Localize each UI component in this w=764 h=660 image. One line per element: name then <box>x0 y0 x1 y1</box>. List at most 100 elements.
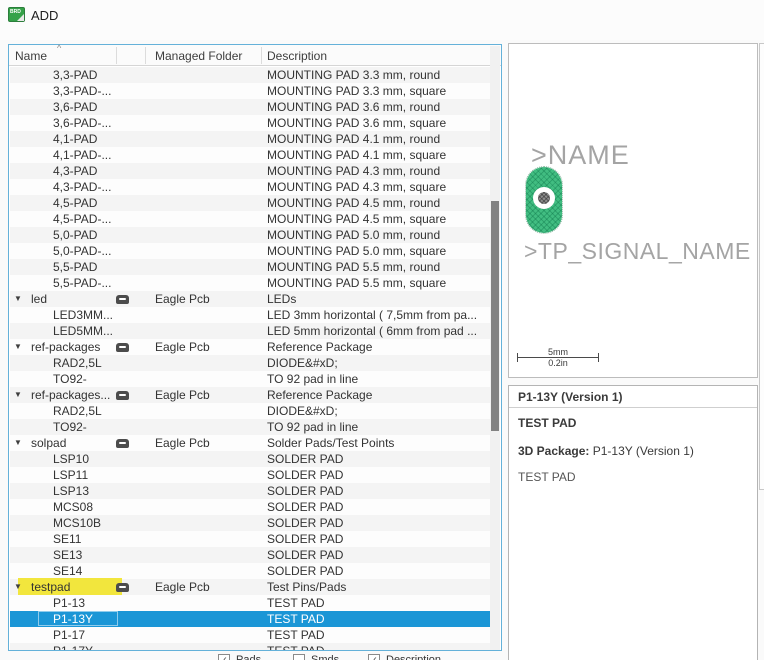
row-description: MOUNTING PAD 5.5 mm, round <box>267 259 489 275</box>
expand-arrow-icon[interactable]: ▼ <box>14 579 22 595</box>
table-row-SE14[interactable]: SE14SOLDER PAD <box>10 563 491 579</box>
row-description: TO 92 pad in line <box>267 419 489 435</box>
row-description: SOLDER PAD <box>267 515 489 531</box>
row-name: ref-packages... <box>31 387 110 403</box>
signal-name-label: >TP_SIGNAL_NAME <box>524 238 751 265</box>
expand-arrow-icon[interactable]: ▼ <box>14 339 22 355</box>
titlebar: BRD ADD <box>0 0 764 40</box>
table-row-P1-17Y[interactable]: P1-17YTEST PAD <box>10 643 491 650</box>
checkbox-box[interactable]: ✓ <box>218 654 230 660</box>
column-header-description[interactable]: Description <box>267 49 327 63</box>
table-row-4,5-PAD[interactable]: 4,5-PADMOUNTING PAD 4.5 mm, round <box>10 195 491 211</box>
table-row-P1-13[interactable]: P1-13 TEST PAD <box>10 595 491 611</box>
table-row-3,3-PAD[interactable]: 3,3-PADMOUNTING PAD 3.3 mm, round <box>10 67 491 83</box>
row-name: ref-packages <box>31 339 100 355</box>
table-row-P1-13Y[interactable]: P1-13YTEST PAD <box>10 611 491 627</box>
row-managed-folder: Eagle Pcb <box>155 387 210 403</box>
managed-library-icon <box>116 583 129 592</box>
row-name: 5,0-PAD-... <box>53 243 111 259</box>
column-divider[interactable] <box>116 47 117 64</box>
table-row-P1-17[interactable]: P1-17TEST PAD <box>10 627 491 643</box>
parts-table: ^ NameManaged FolderDescription 3,3-PADM… <box>8 44 502 651</box>
table-row-led[interactable]: ▼ledEagle PcbLEDs <box>10 291 491 307</box>
row-name: P1-13 <box>53 595 85 611</box>
row-description: TEST PAD <box>267 627 489 643</box>
table-row-5,5-PAD-...[interactable]: 5,5-PAD-... MOUNTING PAD 5.5 mm, square <box>10 275 491 291</box>
table-row-5,0-PAD-...[interactable]: 5,0-PAD-...MOUNTING PAD 5.0 mm, square <box>10 243 491 259</box>
brd-file-icon: BRD <box>8 7 25 22</box>
table-row-3,6-PAD[interactable]: 3,6-PADMOUNTING PAD 3.6 mm, round <box>10 99 491 115</box>
table-row-3,6-PAD-...[interactable]: 3,6-PAD-... MOUNTING PAD 3.6 mm, square <box>10 115 491 131</box>
row-name: SE11 <box>53 531 81 547</box>
row-name: 5,5-PAD-... <box>53 275 111 291</box>
row-managed-folder: Eagle Pcb <box>155 291 210 307</box>
row-description: MOUNTING PAD 3.6 mm, square <box>267 115 489 131</box>
row-description: LED 3mm horizontal ( 7,5mm from pa... <box>267 307 489 323</box>
checkbox-label: Smds <box>311 654 339 660</box>
row-name: 4,3-PAD <box>53 163 97 179</box>
row-name: 3,6-PAD-... <box>53 115 111 131</box>
page-title: ADD <box>31 8 58 23</box>
column-header-managed-folder[interactable]: Managed Folder <box>155 49 242 63</box>
row-name: 3,3-PAD-... <box>53 83 111 99</box>
table-row-ref-packages[interactable]: ▼ref-packagesEagle PcbReference Package <box>10 339 491 355</box>
table-row-SE13[interactable]: SE13SOLDER PAD <box>10 547 491 563</box>
checkbox-box[interactable] <box>293 654 305 660</box>
expand-arrow-icon[interactable]: ▼ <box>14 435 22 451</box>
column-divider[interactable] <box>145 47 146 64</box>
row-name: LED5MM... <box>53 323 113 339</box>
checkbox-box[interactable]: ✓ <box>368 654 380 660</box>
table-row-LSP10[interactable]: LSP10 SOLDER PAD <box>10 451 491 467</box>
table-row-LED3MM...[interactable]: LED3MM...LED 3mm horizontal ( 7,5mm from… <box>10 307 491 323</box>
table-row-SE11[interactable]: SE11SOLDER PAD <box>10 531 491 547</box>
table-row-solpad[interactable]: ▼solpadEagle PcbSolder Pads/Test Points <box>10 435 491 451</box>
table-row-RAD2,5L[interactable]: RAD2,5LDIODE&#xD; <box>10 355 491 371</box>
preview-scrollbar-track[interactable] <box>759 43 764 490</box>
column-header-name[interactable]: Name <box>15 49 47 63</box>
row-description: SOLDER PAD <box>267 451 489 467</box>
table-row-TO92-[interactable]: TO92-TO 92 pad in line <box>10 419 491 435</box>
table-row-5,5-PAD[interactable]: 5,5-PADMOUNTING PAD 5.5 mm, round <box>10 259 491 275</box>
row-description: Test Pins/Pads <box>267 579 489 595</box>
row-description: TEST PAD <box>267 595 489 611</box>
vertical-scrollbar[interactable] <box>490 46 500 650</box>
row-description: SOLDER PAD <box>267 563 489 579</box>
table-row-LSP11[interactable]: LSP11SOLDER PAD <box>10 467 491 483</box>
table-row-4,3-PAD-...[interactable]: 4,3-PAD-...MOUNTING PAD 4.3 mm, square <box>10 179 491 195</box>
scale-inch-label: 0.2in <box>517 358 599 369</box>
table-row-testpad[interactable]: ▼ testpad Eagle Pcb Test Pins/Pads <box>10 579 491 595</box>
table-row-4,1-PAD-...[interactable]: 4,1-PAD-...MOUNTING PAD 4.1 mm, square <box>10 147 491 163</box>
row-description: Reference Package <box>267 387 489 403</box>
scrollbar-thumb[interactable] <box>491 201 499 431</box>
table-row-3,3-PAD-...[interactable]: 3,3-PAD-...MOUNTING PAD 3.3 mm, square <box>10 83 491 99</box>
row-managed-folder: Eagle Pcb <box>155 579 210 595</box>
row-description: SOLDER PAD <box>267 467 489 483</box>
row-description: SOLDER PAD <box>267 483 489 499</box>
table-row-LED5MM...[interactable]: LED5MM...LED 5mm horizontal ( 6mm from p… <box>10 323 491 339</box>
column-divider[interactable] <box>261 47 262 64</box>
row-description: Solder Pads/Test Points <box>267 435 489 451</box>
expand-arrow-icon[interactable]: ▼ <box>14 291 22 307</box>
table-row-RAD2,5L[interactable]: RAD2,5LDIODE&#xD; <box>10 403 491 419</box>
package-3d-line: 3D Package: P1-13Y (Version 1) <box>518 444 694 458</box>
table-row-MCS10B[interactable]: MCS10BSOLDER PAD <box>10 515 491 531</box>
table-row-4,5-PAD-...[interactable]: 4,5-PAD-...MOUNTING PAD 4.5 mm, square <box>10 211 491 227</box>
row-name: MCS08 <box>53 499 93 515</box>
add-dialog-window: BRD ADD ^ NameManaged FolderDescription … <box>0 0 764 660</box>
row-name: LSP13 <box>53 483 89 499</box>
row-name: 4,1-PAD-... <box>53 147 111 163</box>
table-row-MCS08[interactable]: MCS08SOLDER PAD <box>10 499 491 515</box>
parts-list: 3,3-PADMOUNTING PAD 3.3 mm, round3,3-PAD… <box>10 67 491 650</box>
row-name: LSP10 <box>53 451 89 467</box>
row-description: MOUNTING PAD 5.5 mm, square <box>267 275 489 291</box>
expand-arrow-icon[interactable]: ▼ <box>14 387 22 403</box>
table-row-TO92-[interactable]: TO92-TO 92 pad in line <box>10 371 491 387</box>
table-row-4,3-PAD[interactable]: 4,3-PADMOUNTING PAD 4.3 mm, round <box>10 163 491 179</box>
table-row-LSP13[interactable]: LSP13 SOLDER PAD <box>10 483 491 499</box>
table-row-ref-packages...[interactable]: ▼ ref-packages... Eagle Pcb Reference Packa… <box>10 387 491 403</box>
scale-bar: 5mm 0.2in <box>517 347 599 369</box>
row-name: testpad <box>31 579 70 595</box>
table-row-5,0-PAD[interactable]: 5,0-PADMOUNTING PAD 5.0 mm, round <box>10 227 491 243</box>
row-description: TO 92 pad in line <box>267 371 489 387</box>
table-row-4,1-PAD[interactable]: 4,1-PADMOUNTING PAD 4.1 mm, round <box>10 131 491 147</box>
